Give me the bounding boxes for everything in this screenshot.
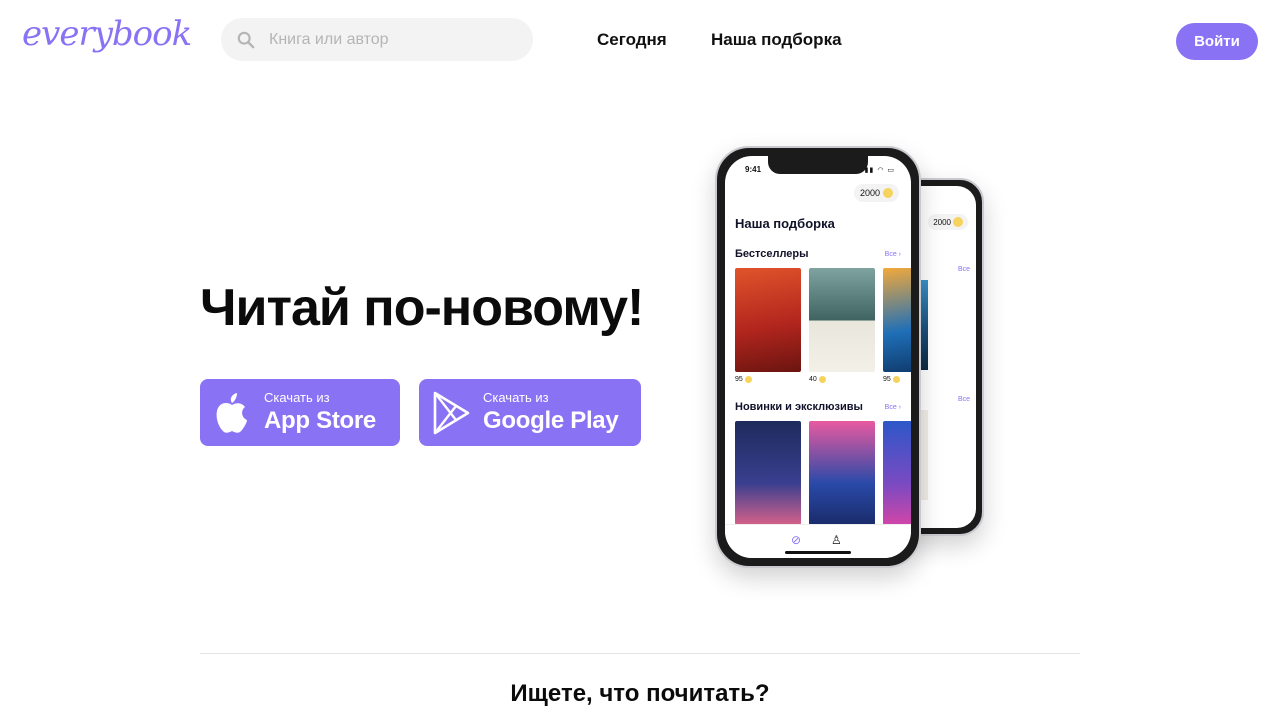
coins-badge: 2000 — [853, 184, 899, 202]
back-see-all-2: Все — [957, 396, 970, 403]
book-price-value: 40 — [809, 376, 817, 383]
login-button[interactable]: Войти — [1176, 23, 1258, 60]
compass-icon[interactable]: ⊘ — [791, 533, 801, 547]
book-cover — [809, 268, 875, 372]
coin-icon — [883, 188, 893, 198]
coin-icon — [892, 376, 900, 383]
back-coins-badge: 2000 — [928, 214, 968, 230]
home-indicator — [785, 551, 851, 554]
phone-notch — [768, 156, 868, 174]
profile-icon[interactable]: ♙ — [831, 533, 842, 547]
back-see-all-1: Все — [957, 266, 970, 273]
logo[interactable]: everybook — [22, 14, 192, 54]
google-play-big-label: Google Play — [483, 406, 619, 434]
book-cover — [809, 421, 875, 525]
app-store-big-label: App Store — [264, 406, 376, 434]
book-price-value: 95 — [883, 376, 891, 383]
phone-mockup-front: 9:41 ▮▮ ◠ ▭ 2000 Наша подборка Бестселле… — [715, 146, 921, 568]
google-play-icon — [431, 391, 471, 435]
tab-bar: ⊘ ♙ — [725, 524, 911, 558]
status-time: 9:41 — [745, 165, 762, 174]
hero-title: Читай по-новому! — [200, 279, 644, 337]
coin-icon — [818, 376, 826, 383]
status-signal-icon: ▮▮ ◠ ▭ — [864, 167, 895, 174]
see-all-bestsellers: Все › — [884, 251, 901, 258]
search-box[interactable] — [221, 18, 533, 61]
book-cover — [735, 421, 801, 525]
nav-our-selection[interactable]: Наша подборка — [711, 30, 842, 50]
site-header: everybook Сегодня Наша подборка Войти — [0, 0, 1280, 82]
see-all-new: Все › — [884, 404, 901, 411]
search-icon — [237, 31, 255, 48]
book-cover — [883, 268, 911, 372]
phone-front-screen: 9:41 ▮▮ ◠ ▭ 2000 Наша подборка Бестселле… — [725, 156, 911, 558]
app-store-small-label: Скачать из — [264, 389, 330, 405]
section-heading: Ищете, что почитать? — [510, 680, 770, 707]
apple-icon — [212, 391, 252, 435]
see-all-label: Все — [884, 251, 897, 258]
app-store-button[interactable]: Скачать из App Store — [200, 379, 400, 446]
book-price: 40 — [809, 376, 826, 383]
google-play-button[interactable]: Скачать из Google Play — [419, 379, 641, 446]
search-input[interactable] — [269, 30, 509, 49]
section-bestsellers: Бестселлеры — [735, 248, 809, 260]
back-coins-value: 2000 — [933, 217, 951, 227]
section-divider — [200, 653, 1080, 654]
book-cover — [735, 268, 801, 372]
coins-value: 2000 — [859, 188, 880, 198]
section-new-exclusive: Новинки и эксклюзивы — [735, 401, 863, 413]
book-price: 95 — [735, 376, 752, 383]
book-price-value: 95 — [735, 376, 743, 383]
book-cover — [883, 421, 911, 525]
coin-icon — [953, 217, 963, 227]
google-play-small-label: Скачать из — [483, 389, 549, 405]
screen-title: Наша подборка — [735, 216, 835, 231]
see-all-label: Все — [884, 404, 897, 411]
coin-icon — [744, 376, 752, 383]
nav-today[interactable]: Сегодня — [597, 30, 667, 50]
book-price: 95 — [883, 376, 900, 383]
